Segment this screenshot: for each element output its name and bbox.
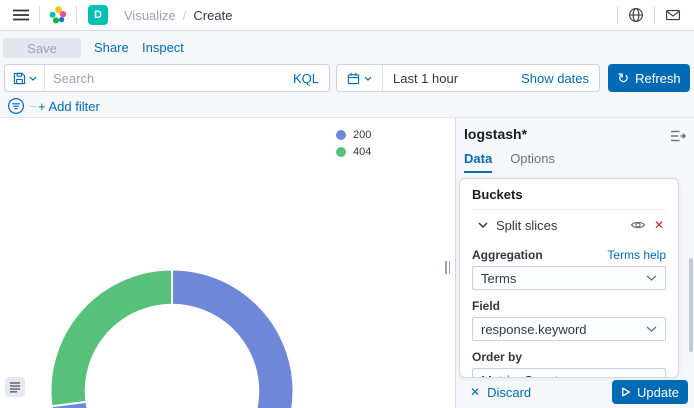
chevron-down-icon bbox=[364, 76, 372, 81]
order-by-label: Order by bbox=[472, 350, 522, 364]
breadcrumb-visualize[interactable]: Visualize bbox=[124, 8, 176, 23]
editor-tabs: Data Options bbox=[464, 151, 555, 173]
index-pattern-title: logstash* bbox=[464, 126, 527, 142]
discard-button[interactable]: ✕ Discard bbox=[470, 385, 531, 400]
divider bbox=[76, 6, 77, 24]
breadcrumb-create: Create bbox=[193, 8, 232, 23]
chart-legend: 200 404 bbox=[336, 129, 371, 158]
eye-icon[interactable] bbox=[630, 217, 646, 233]
saved-query-menu-button[interactable] bbox=[5, 65, 45, 91]
date-picker: Last 1 hour Show dates bbox=[336, 64, 600, 92]
field-header: Field bbox=[472, 299, 666, 313]
legend-dot-404 bbox=[336, 147, 346, 157]
inspect-button[interactable]: Inspect bbox=[142, 40, 184, 55]
filter-divider bbox=[30, 106, 37, 107]
save-query-icon bbox=[13, 72, 26, 85]
time-range-value[interactable]: Last 1 hour bbox=[383, 71, 521, 86]
chevron-down-icon bbox=[29, 76, 37, 81]
action-band: Save Share Inspect KQL bbox=[0, 31, 694, 118]
divider bbox=[654, 6, 655, 24]
split-slices-row[interactable]: Split slices ✕ bbox=[472, 209, 666, 239]
mail-button[interactable] bbox=[660, 2, 686, 28]
donut-slice-404[interactable] bbox=[51, 270, 172, 407]
aggregation-select[interactable]: Terms bbox=[472, 266, 666, 290]
update-button[interactable]: Update bbox=[612, 380, 688, 404]
legend-list-icon bbox=[9, 381, 21, 393]
terms-help-link[interactable]: Terms help bbox=[607, 248, 666, 262]
refresh-button[interactable]: ↻ Refresh bbox=[608, 64, 690, 92]
space-badge[interactable]: D bbox=[88, 5, 108, 25]
panel-resizer-handle[interactable] bbox=[445, 261, 450, 274]
remove-bucket-icon[interactable]: ✕ bbox=[654, 218, 664, 232]
field-select[interactable]: response.keyword bbox=[472, 317, 666, 341]
discard-label: Discard bbox=[487, 385, 531, 400]
add-filter-button[interactable]: + Add filter bbox=[38, 99, 100, 114]
legend-label: 404 bbox=[353, 146, 371, 158]
breadcrumb: Visualize / Create bbox=[124, 8, 232, 23]
collapse-sidebar-button[interactable] bbox=[668, 126, 688, 146]
legend-toggle-button[interactable] bbox=[5, 377, 25, 397]
mail-icon bbox=[665, 7, 681, 23]
aggregation-header: Aggregation Terms help bbox=[472, 248, 666, 262]
share-button[interactable]: Share bbox=[94, 40, 129, 55]
field-label: Field bbox=[472, 299, 500, 313]
save-button[interactable]: Save bbox=[3, 38, 81, 58]
filter-icon bbox=[7, 97, 25, 115]
hamburger-menu-button[interactable] bbox=[8, 2, 34, 28]
query-language-button[interactable]: KQL bbox=[283, 71, 329, 86]
top-header: D Visualize / Create bbox=[0, 0, 694, 31]
calendar-icon bbox=[347, 72, 360, 85]
globe-button[interactable] bbox=[623, 2, 649, 28]
kibana-visualize-app: D Visualize / Create Save Share Inspect bbox=[0, 0, 694, 408]
aggregation-label: Aggregation bbox=[472, 248, 543, 262]
tab-data[interactable]: Data bbox=[464, 151, 492, 173]
vis-editor-sidebar: logstash* Data Options Buckets Split sli… bbox=[455, 118, 694, 408]
donut-chart[interactable] bbox=[49, 268, 295, 408]
date-quick-menu-button[interactable] bbox=[337, 65, 383, 91]
elastic-logo[interactable] bbox=[45, 2, 71, 28]
legend-item[interactable]: 200 bbox=[336, 129, 371, 141]
legend-label: 200 bbox=[353, 129, 371, 141]
play-icon bbox=[621, 387, 631, 397]
legend-dot-200 bbox=[336, 130, 346, 140]
divider bbox=[617, 6, 618, 24]
buckets-title: Buckets bbox=[472, 187, 666, 202]
globe-icon bbox=[628, 7, 644, 23]
legend-item[interactable]: 404 bbox=[336, 146, 371, 158]
hamburger-icon bbox=[13, 7, 29, 23]
refresh-icon: ↻ bbox=[617, 71, 629, 85]
aggregation-value: Terms bbox=[481, 271, 516, 286]
order-by-header: Order by bbox=[472, 350, 666, 364]
divider bbox=[39, 6, 40, 24]
filter-menu-button[interactable] bbox=[6, 96, 26, 116]
editor-footer: ✕ Discard Update bbox=[456, 376, 694, 408]
visualization-canvas: 200 404 bbox=[0, 118, 455, 408]
search-input[interactable] bbox=[45, 71, 283, 86]
query-bar: KQL bbox=[4, 64, 330, 92]
update-label: Update bbox=[637, 385, 679, 400]
panel-scrollbar[interactable] bbox=[689, 258, 693, 352]
close-icon: ✕ bbox=[470, 385, 480, 399]
elastic-logo-icon bbox=[48, 5, 68, 25]
breadcrumb-separator: / bbox=[183, 8, 187, 23]
chevron-down-icon bbox=[646, 275, 657, 281]
tab-options[interactable]: Options bbox=[510, 151, 555, 173]
donut-chart-svg[interactable] bbox=[49, 268, 295, 408]
chevron-down-icon bbox=[646, 326, 657, 332]
menu-right-icon bbox=[670, 128, 686, 144]
split-slices-label: Split slices bbox=[496, 218, 622, 233]
refresh-label: Refresh bbox=[635, 71, 681, 86]
show-dates-button[interactable]: Show dates bbox=[521, 71, 599, 86]
field-value: response.keyword bbox=[481, 322, 587, 337]
buckets-card: Buckets Split slices ✕ Aggregation Terms… bbox=[459, 178, 679, 378]
chevron-down-icon bbox=[478, 222, 488, 228]
